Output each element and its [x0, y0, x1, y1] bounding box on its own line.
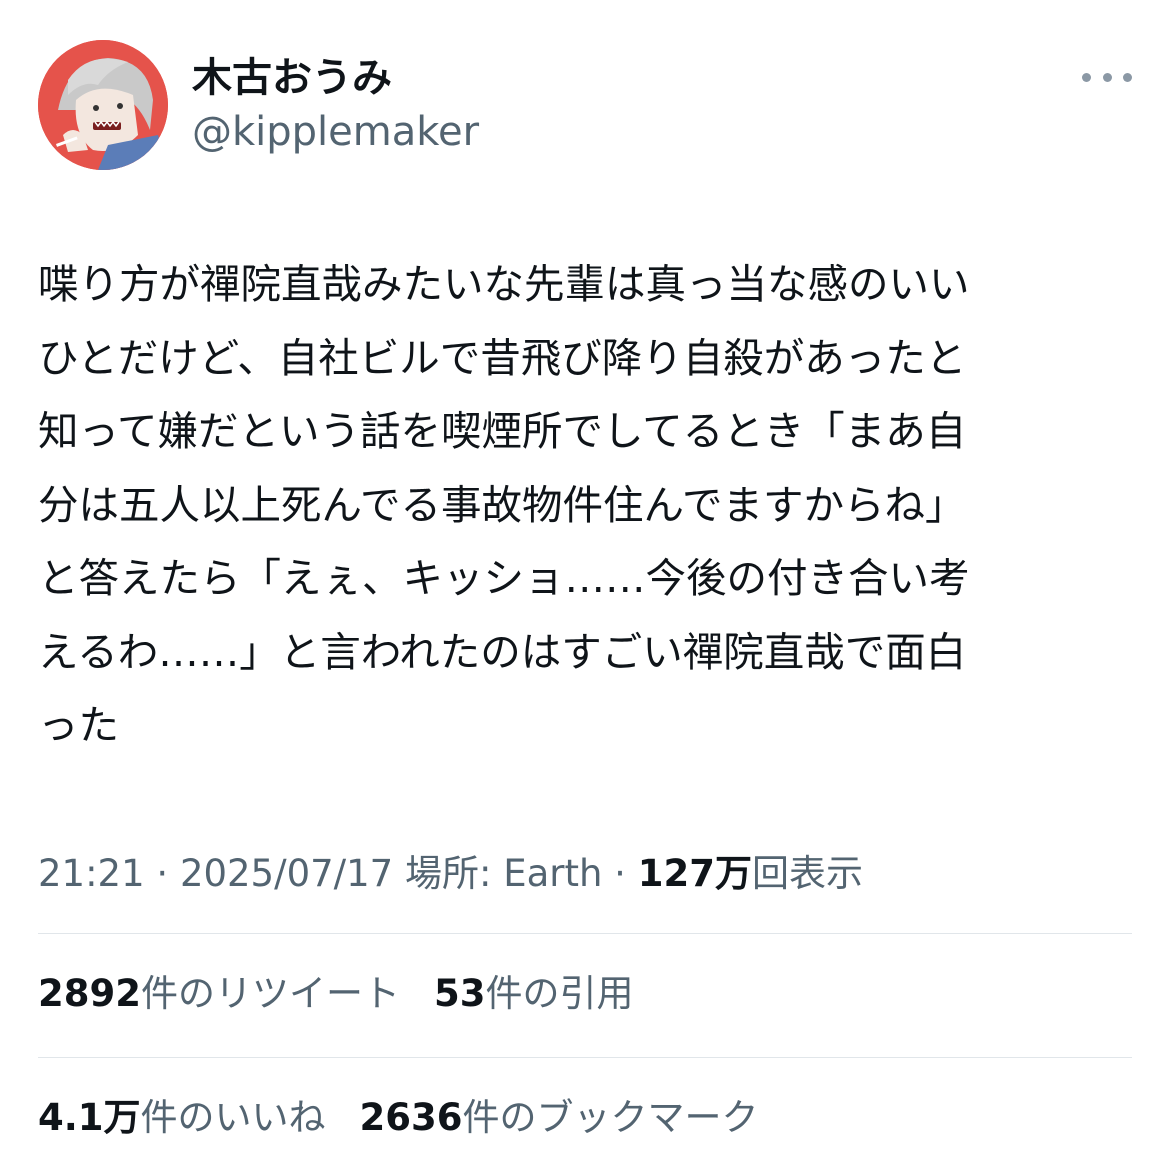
tweet-location: 場所: Earth: [393, 852, 603, 895]
tweet-line: と答えたら「えぇ、キッショ……今後の付き合い考: [38, 554, 970, 602]
tweet-line: 分は五人以上死んでる事故物件住んでますからね」: [38, 480, 966, 529]
tweet-line: えるわ……」と言われたのはすごい禪院直哉で面白: [38, 627, 967, 676]
author-display-name[interactable]: 木古おうみ: [192, 50, 392, 106]
divider: [38, 933, 1132, 934]
quotes-count: 53: [433, 972, 486, 1015]
views-count: 127万: [637, 852, 752, 895]
tweet-metadata: 21:21 · 2025/07/17 場所: Earth · 127万回表示: [38, 846, 863, 902]
divider: [38, 1057, 1132, 1058]
tweet-line: 知って嫌だという話を喫煙所でしてるとき「まあ自: [38, 407, 967, 455]
tweet-line: った: [38, 701, 119, 749]
tweet-text: 喋り方が禪院直哉みたいな先輩は真っ当な感のいい ひとだけど、自社ビルで昔飛び降り…: [38, 248, 1138, 763]
likes-count: 4.1万: [38, 1096, 141, 1139]
quotes-link[interactable]: 53件の引用: [434, 972, 634, 1015]
meta-separator: ·: [144, 852, 180, 895]
quotes-label: 件の引用: [485, 972, 634, 1015]
tweet-line: 喋り方が禪院直哉みたいな先輩は真っ当な感のいい: [38, 260, 970, 308]
more-options-button[interactable]: [1082, 62, 1132, 92]
views-label: 回表示: [751, 852, 863, 895]
meta-separator: ·: [602, 852, 638, 895]
bookmarks-count: 2636: [359, 1096, 463, 1139]
tweet-date[interactable]: 2025/07/17: [180, 852, 393, 895]
author-handle[interactable]: @kipplemaker: [192, 104, 479, 160]
tweet-line: ひとだけど、自社ビルで昔飛び降り自殺があったと: [38, 333, 967, 382]
likes-link[interactable]: 4.1万件のいいね: [38, 1096, 326, 1139]
stats-row-likes: 4.1万件のいいね 2636件のブックマーク: [38, 1090, 759, 1146]
likes-label: 件のいいね: [140, 1096, 326, 1139]
more-dot: [1102, 72, 1112, 82]
more-horizontal-icon: [1082, 72, 1091, 82]
bookmarks-label: 件のブックマーク: [462, 1096, 759, 1139]
user-avatar-illustration: [38, 40, 168, 170]
stats-row-reposts: 2892件のリツイート 53件の引用: [38, 966, 633, 1022]
more-dot: [1123, 72, 1132, 82]
retweets-label: 件のリツイート: [140, 972, 400, 1015]
avatar[interactable]: [38, 40, 168, 170]
retweets-link[interactable]: 2892件のリツイート: [38, 972, 400, 1015]
retweets-count: 2892: [38, 972, 141, 1015]
tweet-time[interactable]: 21:21: [38, 852, 145, 895]
bookmarks-link[interactable]: 2636件のブックマーク: [360, 1096, 759, 1139]
